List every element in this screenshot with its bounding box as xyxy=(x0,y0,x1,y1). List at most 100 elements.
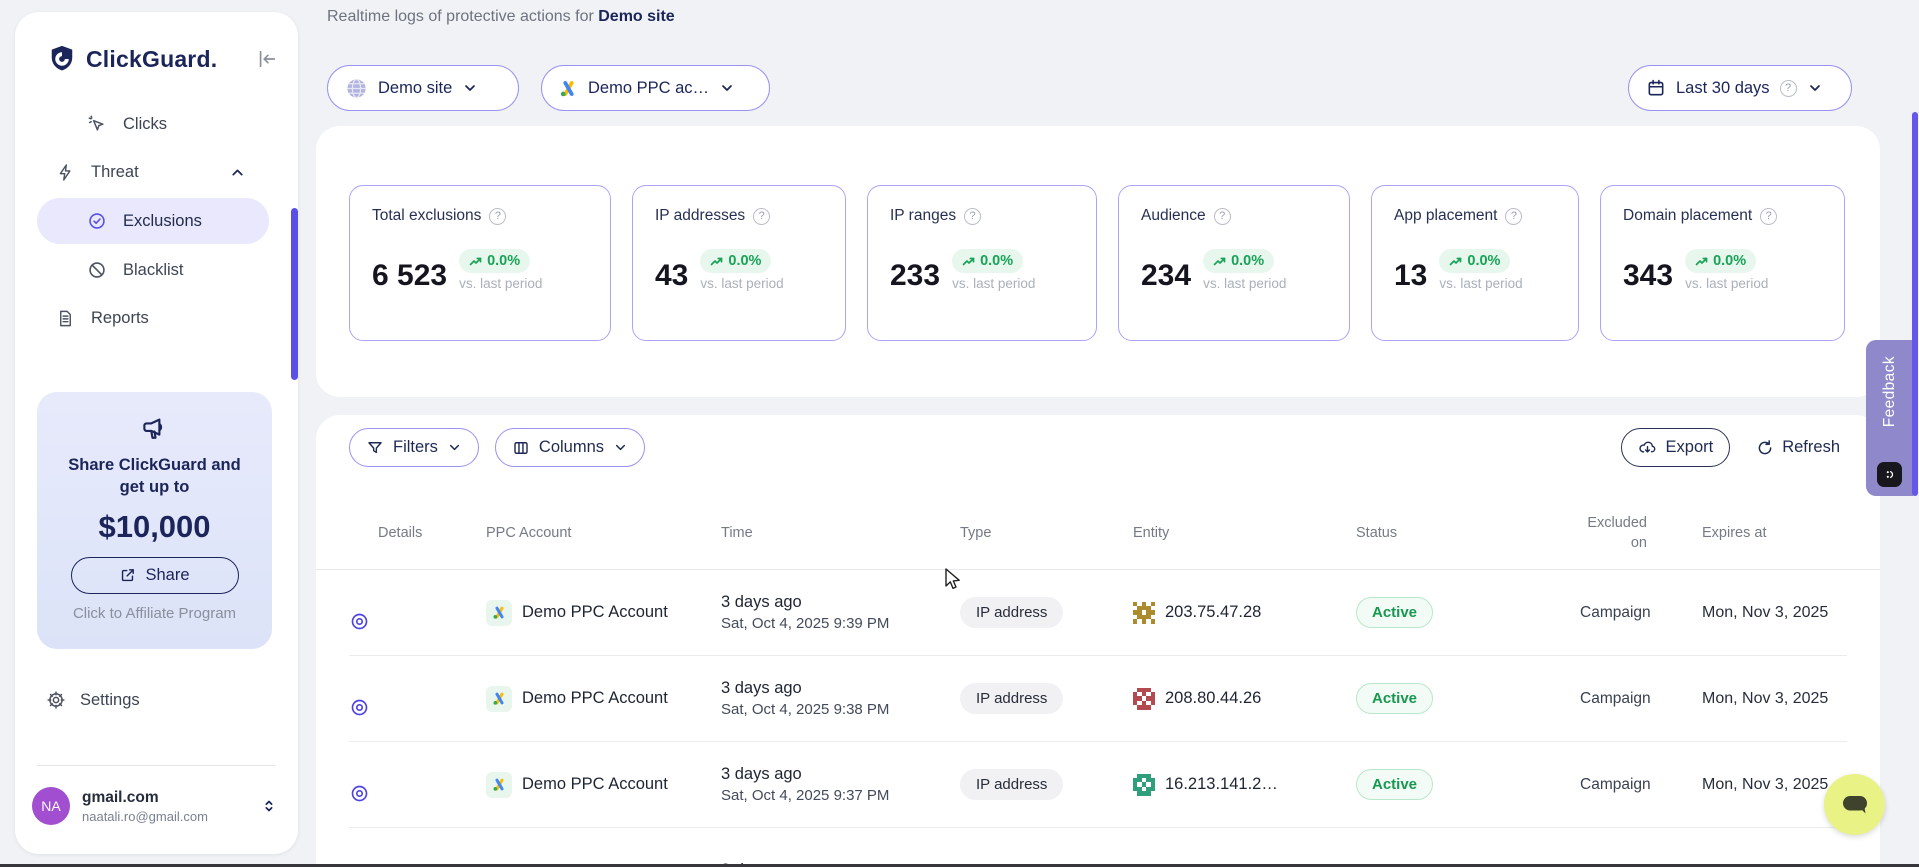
stat-label: App placement xyxy=(1394,207,1497,225)
entity-identicon xyxy=(1133,688,1155,710)
site-selector[interactable]: Demo site xyxy=(327,65,519,111)
refresh-button[interactable]: Refresh xyxy=(1756,438,1840,457)
trend-up-icon xyxy=(710,256,723,267)
google-ads-icon xyxy=(486,772,512,798)
user-info: gmail.com naatali.ro@gmail.com xyxy=(82,789,260,824)
date-range-selector[interactable]: Last 30 days ? xyxy=(1628,65,1852,111)
ppc-account-selector[interactable]: Demo PPC ac… xyxy=(541,65,770,111)
table-row: 3 days ago xyxy=(349,828,1847,867)
help-icon[interactable]: ? xyxy=(1760,208,1777,225)
sidebar-item-label: Threat xyxy=(91,163,139,182)
google-ads-icon xyxy=(486,600,512,626)
filters-label: Filters xyxy=(393,438,438,457)
type-badge: IP address xyxy=(960,597,1063,628)
columns-button[interactable]: Columns xyxy=(495,428,645,467)
feedback-smiley-icon xyxy=(1877,462,1902,487)
logo-row: ClickGuard. xyxy=(15,12,298,74)
column-header: Expires at xyxy=(1675,525,1847,541)
help-icon[interactable]: ? xyxy=(489,208,506,225)
type-badge: IP address xyxy=(960,683,1063,714)
gear-icon xyxy=(46,690,66,710)
table-row: Demo PPC Account 3 days agoSat, Oct 4, 2… xyxy=(349,570,1847,656)
entity-identicon xyxy=(1133,774,1155,796)
sidebar-nav: Clicks Threat Exclusions Blacklist xyxy=(15,100,298,342)
column-header: Status xyxy=(1356,525,1580,541)
google-ads-icon xyxy=(559,79,578,98)
stat-value: 13 xyxy=(1394,261,1427,291)
sidebar-item-label: Clicks xyxy=(123,115,167,134)
sidebar-item-label: Blacklist xyxy=(123,261,184,280)
sidebar-scrollbar-thumb[interactable] xyxy=(291,208,298,380)
megaphone-icon xyxy=(140,414,170,444)
help-icon[interactable]: ? xyxy=(753,208,770,225)
excluded-on-value: Campaign xyxy=(1580,690,1675,708)
trend-up-icon xyxy=(469,256,482,267)
promo-text: Share ClickGuard and get up to xyxy=(65,454,245,499)
time-relative: 3 days ago xyxy=(721,764,960,784)
stat-delta: 0.0% xyxy=(1467,253,1500,269)
promo-amount: $10,000 xyxy=(98,509,210,545)
chevron-up-icon[interactable] xyxy=(229,164,246,181)
site-selector-value: Demo site xyxy=(378,79,452,98)
stat-delta: 0.0% xyxy=(1713,253,1746,269)
lightning-icon xyxy=(54,163,76,182)
page-subtitle: Realtime logs of protective actions for … xyxy=(327,8,675,26)
help-icon[interactable]: ? xyxy=(1214,208,1231,225)
view-details-icon[interactable] xyxy=(349,783,486,804)
stats-panel: Total exclusions? 6 523 0.0% vs. last pe… xyxy=(316,126,1880,397)
promo-caption: Click to Affiliate Program xyxy=(73,605,236,622)
chat-bubble-icon xyxy=(1840,791,1870,819)
filters-button[interactable]: Filters xyxy=(349,428,479,467)
export-label: Export xyxy=(1666,438,1714,457)
document-icon xyxy=(54,309,76,328)
logo-text: ClickGuard. xyxy=(86,46,256,73)
stat-card-audience: Audience? 234 0.0% vs. last period xyxy=(1118,185,1350,341)
sidebar-item-settings[interactable]: Settings xyxy=(15,676,298,724)
collapse-sidebar-icon[interactable] xyxy=(256,48,278,70)
account-switcher[interactable]: NA gmail.com naatali.ro@gmail.com xyxy=(32,787,282,825)
external-link-icon xyxy=(119,567,136,584)
clickguard-logo-icon xyxy=(47,44,77,74)
export-button[interactable]: Export xyxy=(1621,428,1731,467)
expires-at-value: Mon, Nov 3, 2025 xyxy=(1675,776,1847,794)
refresh-icon xyxy=(1756,439,1774,457)
cursor-click-icon xyxy=(86,114,108,134)
view-details-icon[interactable] xyxy=(349,611,486,632)
feedback-tab[interactable]: Feedback xyxy=(1866,340,1913,496)
stat-card-ip-addresses: IP addresses? 43 0.0% vs. last period xyxy=(632,185,846,341)
sidebar: ClickGuard. Clicks Threat Exclusions xyxy=(15,12,298,854)
column-header: Entity xyxy=(1133,525,1356,541)
ppc-account-name: Demo PPC Account xyxy=(522,689,668,708)
view-details-icon[interactable] xyxy=(349,697,486,718)
column-header: Details xyxy=(349,525,486,541)
entity-value: 208.80.44.26 xyxy=(1165,689,1261,708)
help-icon[interactable]: ? xyxy=(1505,208,1522,225)
page-scrollbar-thumb[interactable] xyxy=(1912,112,1918,496)
excluded-on-value: Campaign xyxy=(1580,776,1675,794)
stat-caption: vs. last period xyxy=(1685,276,1768,291)
subtitle-site-name: Demo site xyxy=(598,8,674,25)
chevron-down-icon xyxy=(719,80,735,96)
stat-label: IP ranges xyxy=(890,207,956,225)
help-icon[interactable]: ? xyxy=(964,208,981,225)
share-button[interactable]: Share xyxy=(71,557,239,594)
column-header: PPC Account xyxy=(486,525,721,541)
ppc-account-selector-value: Demo PPC ac… xyxy=(588,79,709,98)
user-name: gmail.com xyxy=(82,789,260,807)
sidebar-item-exclusions[interactable]: Exclusions xyxy=(37,198,269,244)
select-chevrons-icon xyxy=(260,797,278,815)
feedback-label: Feedback xyxy=(1881,356,1899,427)
expires-at-value: Mon, Nov 3, 2025 xyxy=(1675,690,1847,708)
trend-up-icon xyxy=(1695,256,1708,267)
sidebar-item-clicks[interactable]: Clicks xyxy=(15,100,298,148)
chat-widget-button[interactable] xyxy=(1824,774,1885,835)
sidebar-item-label: Settings xyxy=(80,691,140,710)
stat-card-total-exclusions: Total exclusions? 6 523 0.0% vs. last pe… xyxy=(349,185,611,341)
help-icon[interactable]: ? xyxy=(1780,80,1797,97)
sidebar-item-blacklist[interactable]: Blacklist xyxy=(15,246,298,294)
sidebar-item-threat[interactable]: Threat xyxy=(15,148,298,196)
sidebar-item-reports[interactable]: Reports xyxy=(15,294,298,342)
stat-caption: vs. last period xyxy=(1439,276,1522,291)
stat-delta: 0.0% xyxy=(487,253,520,269)
stat-label: Total exclusions xyxy=(372,207,481,225)
